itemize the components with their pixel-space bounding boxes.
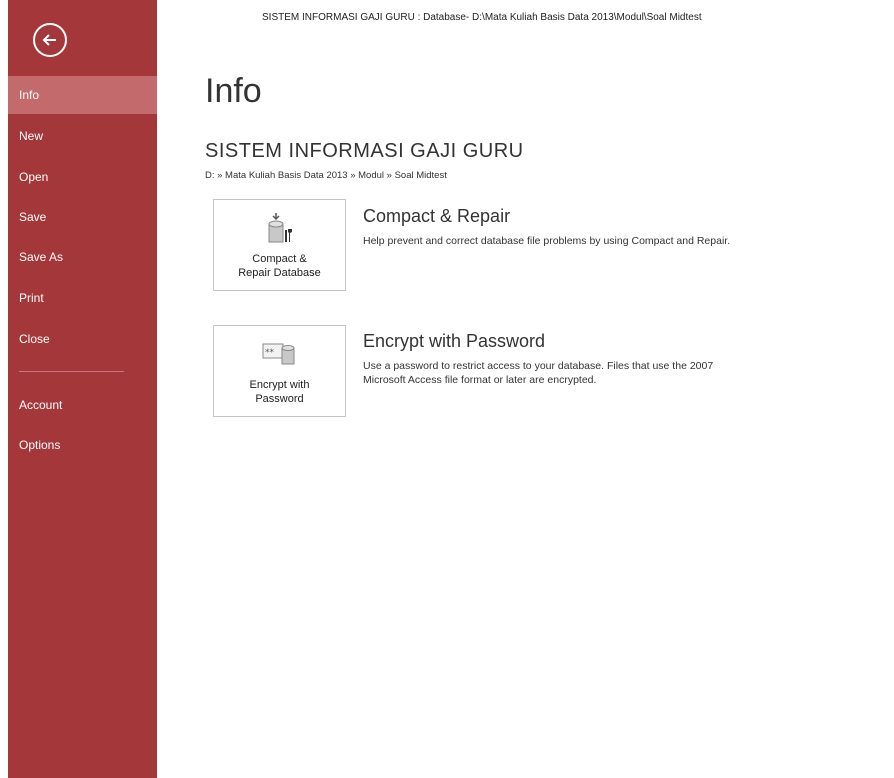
sidebar-item-save[interactable]: Save bbox=[8, 198, 157, 236]
compact-repair-button[interactable]: Compact & Repair Database bbox=[213, 199, 346, 291]
section-title: Compact & Repair bbox=[363, 206, 511, 226]
sidebar-item-label: Save bbox=[19, 210, 47, 224]
section-description: Help prevent and correct database file p… bbox=[363, 235, 731, 247]
tile-label: Encrypt with Password bbox=[249, 379, 310, 405]
sidebar-item-info[interactable]: Info bbox=[8, 76, 157, 114]
sidebar-divider bbox=[19, 371, 124, 372]
sidebar-item-close[interactable]: Close bbox=[8, 320, 157, 358]
sidebar-item-new[interactable]: New bbox=[8, 117, 157, 155]
compact-repair-icon bbox=[268, 213, 292, 243]
sidebar-item-label: Options bbox=[19, 438, 61, 452]
sidebar-item-label: Save As bbox=[19, 250, 64, 264]
sidebar-item-open[interactable]: Open bbox=[8, 158, 157, 196]
sidebar-item-label: Account bbox=[19, 398, 63, 412]
sidebar-item-account[interactable]: Account bbox=[8, 386, 157, 424]
sidebar-item-label: Open bbox=[19, 170, 49, 184]
back-button[interactable] bbox=[33, 23, 67, 57]
page-title: Info bbox=[205, 72, 262, 110]
back-arrow-icon bbox=[42, 34, 56, 46]
tile-label: Compact & Repair Database bbox=[238, 253, 321, 279]
sidebar-item-options[interactable]: Options bbox=[8, 426, 157, 464]
sidebar-item-label: New bbox=[19, 129, 44, 143]
backstage-sidebar: Info New Open Save Save As Print Close A… bbox=[8, 0, 157, 778]
svg-text:**: ** bbox=[265, 348, 275, 358]
sidebar-item-label: Close bbox=[19, 332, 50, 346]
sidebar-item-save-as[interactable]: Save As bbox=[8, 238, 157, 276]
sidebar-item-print[interactable]: Print bbox=[8, 279, 157, 317]
section-title: Encrypt with Password bbox=[363, 331, 546, 351]
encrypt-icon: ** bbox=[262, 343, 294, 365]
window-title: SISTEM INFORMASI GAJI GURU : Database- D… bbox=[262, 12, 702, 23]
sidebar-item-label: Print bbox=[19, 291, 44, 305]
encrypt-password-button[interactable]: ** Encrypt with Password bbox=[213, 325, 346, 417]
section-description: Use a password to restrict access to you… bbox=[363, 360, 714, 386]
database-name: SISTEM INFORMASI GAJI GURU bbox=[205, 140, 524, 162]
database-path-breadcrumb[interactable]: D: » Mata Kuliah Basis Data 2013 » Modul… bbox=[205, 170, 447, 181]
sidebar-item-label: Info bbox=[19, 88, 40, 102]
